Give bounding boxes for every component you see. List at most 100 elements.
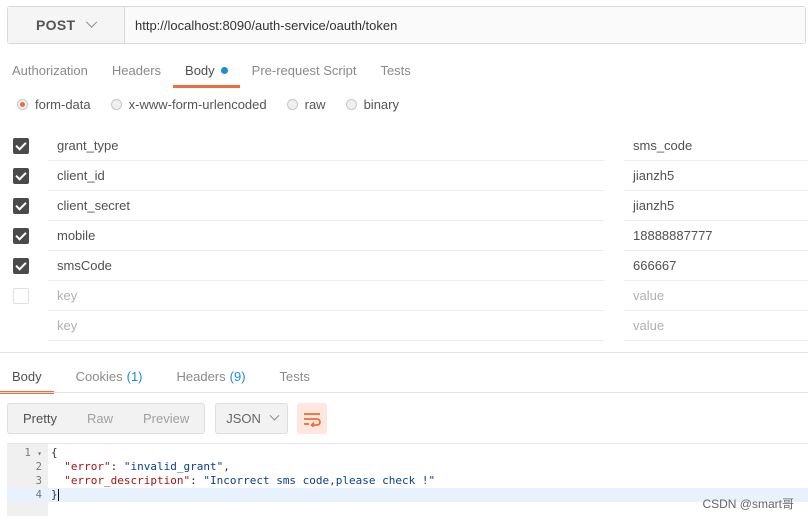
radio-icon: [345, 99, 357, 110]
modified-dot-icon: [220, 66, 228, 74]
tab-label: Pre-request Script: [251, 62, 357, 78]
key-text: smsCode: [57, 258, 112, 273]
tab-label: Authorization: [12, 62, 88, 78]
key-text: mobile: [57, 228, 96, 243]
radio-icon: [286, 99, 298, 110]
line-number: 2: [35, 461, 42, 473]
radio-form-data[interactable]: form-data: [17, 97, 91, 112]
button-label: Preview: [142, 411, 190, 426]
tab-label: Tests: [279, 368, 310, 384]
pretty-button[interactable]: Pretty: [8, 404, 72, 433]
tab-label: Cookies: [75, 368, 123, 384]
key-input[interactable]: key: [48, 281, 604, 311]
view-mode-group: Pretty Raw Preview: [7, 403, 206, 434]
method-label: POST: [36, 17, 76, 33]
radio-label: x-www-form-urlencoded: [128, 97, 267, 112]
value-field[interactable]: jianzh5: [624, 191, 808, 221]
row-checkbox[interactable]: [13, 198, 29, 214]
format-label: JSON: [226, 411, 261, 426]
response-view-toolbar: Pretty Raw Preview JSON: [7, 403, 328, 434]
key-text: client_secret: [57, 198, 130, 213]
table-row-new: key value: [0, 311, 808, 341]
row-checkbox[interactable]: [13, 168, 29, 184]
radio-label: binary: [363, 97, 399, 112]
url-bar: POST http://localhost:8090/auth-service/…: [7, 6, 806, 44]
method-select[interactable]: POST: [8, 7, 125, 43]
code-line: 1 ▾ {: [7, 446, 808, 460]
value-text: 666667: [633, 258, 677, 273]
text-cursor: [57, 489, 59, 501]
tab-label: Tests: [380, 62, 411, 78]
tab-label: Body: [185, 62, 215, 78]
value-text: 18888887777: [633, 228, 713, 243]
tab-body[interactable]: Body: [173, 52, 240, 88]
value-placeholder: value: [633, 318, 665, 333]
radio-selected-icon: [17, 99, 28, 110]
value-text: jianzh5: [633, 168, 675, 183]
value-input[interactable]: value: [624, 281, 808, 311]
radio-x-www-form-urlencoded[interactable]: x-www-form-urlencoded: [110, 97, 267, 112]
row-checkbox[interactable]: [13, 138, 29, 154]
key-text: client_id: [57, 168, 105, 183]
json-key: "error": [64, 460, 111, 473]
wrap-lines-button[interactable]: [297, 403, 328, 434]
closing-brace: }: [51, 488, 58, 501]
value-field[interactable]: 18888887777: [624, 221, 808, 251]
code-line: 2 "error": "invalid_grant",: [7, 460, 808, 474]
value-text: jianzh5: [633, 198, 675, 213]
key-text: grant_type: [57, 138, 119, 153]
key-placeholder: key: [57, 288, 78, 303]
value-field[interactable]: jianzh5: [624, 161, 808, 191]
url-text: http://localhost:8090/auth-service/oauth…: [135, 17, 398, 33]
response-tab-headers[interactable]: Headers (9): [165, 358, 258, 394]
new-value-input[interactable]: value: [624, 311, 808, 341]
table-row: grant_type sms_code: [0, 131, 808, 161]
line-number: 3: [35, 475, 42, 487]
table-row: client_id jianzh5: [0, 161, 808, 191]
row-checkbox[interactable]: [13, 288, 29, 304]
key-field[interactable]: mobile: [48, 221, 604, 251]
url-input[interactable]: http://localhost:8090/auth-service/oauth…: [125, 7, 805, 43]
key-field[interactable]: client_secret: [48, 191, 604, 221]
body-type-options: form-data x-www-form-urlencoded raw bina…: [17, 97, 419, 112]
value-placeholder: value: [633, 288, 665, 303]
row-checkbox[interactable]: [13, 228, 29, 244]
table-row: mobile 18888887777: [0, 221, 808, 251]
chevron-down-icon: [269, 410, 280, 421]
raw-button[interactable]: Raw: [72, 404, 128, 433]
radio-binary[interactable]: binary: [345, 97, 399, 112]
cookies-count: (1): [126, 368, 143, 384]
divider: [0, 352, 808, 353]
headers-count: (9): [229, 368, 246, 384]
chevron-down-icon: [86, 16, 98, 28]
code-text: "error": "invalid_grant",: [64, 460, 230, 473]
format-select[interactable]: JSON: [215, 403, 289, 434]
new-key-input[interactable]: key: [48, 311, 604, 341]
tab-pre-request-script[interactable]: Pre-request Script: [240, 52, 369, 88]
tab-authorization[interactable]: Authorization: [0, 52, 100, 88]
tab-headers[interactable]: Headers: [100, 52, 173, 88]
key-field[interactable]: grant_type: [48, 131, 604, 161]
response-tab-body[interactable]: Body: [0, 358, 54, 394]
code-line: 3 "error_description": "Incorrect sms co…: [7, 474, 808, 488]
value-field[interactable]: sms_code: [624, 131, 808, 161]
wrap-lines-icon: [304, 412, 322, 427]
response-tab-cookies[interactable]: Cookies (1): [64, 358, 155, 394]
json-value: "Incorrect sms code,please check !": [203, 474, 436, 487]
code-text: "error_description": "Incorrect sms code…: [64, 474, 436, 487]
value-text: sms_code: [633, 138, 693, 153]
watermark: CSDN @smart哥: [702, 497, 794, 511]
radio-raw[interactable]: raw: [286, 97, 326, 112]
tab-tests[interactable]: Tests: [368, 52, 422, 88]
value-field[interactable]: 666667: [624, 251, 808, 281]
code-text: {: [51, 446, 58, 459]
radio-label: raw: [304, 97, 326, 112]
key-field[interactable]: smsCode: [48, 251, 604, 281]
row-checkbox[interactable]: [13, 258, 29, 274]
response-tabs: Body Cookies (1) Headers (9) Tests: [0, 358, 332, 394]
preview-button[interactable]: Preview: [128, 404, 204, 433]
request-tabs: Authorization Headers Body Pre-request S…: [0, 52, 423, 88]
response-tab-tests[interactable]: Tests: [268, 358, 322, 394]
key-field[interactable]: client_id: [48, 161, 604, 191]
response-body-editor[interactable]: 1 ▾ { 2 "error": "invalid_grant", 3 "err…: [7, 443, 808, 516]
